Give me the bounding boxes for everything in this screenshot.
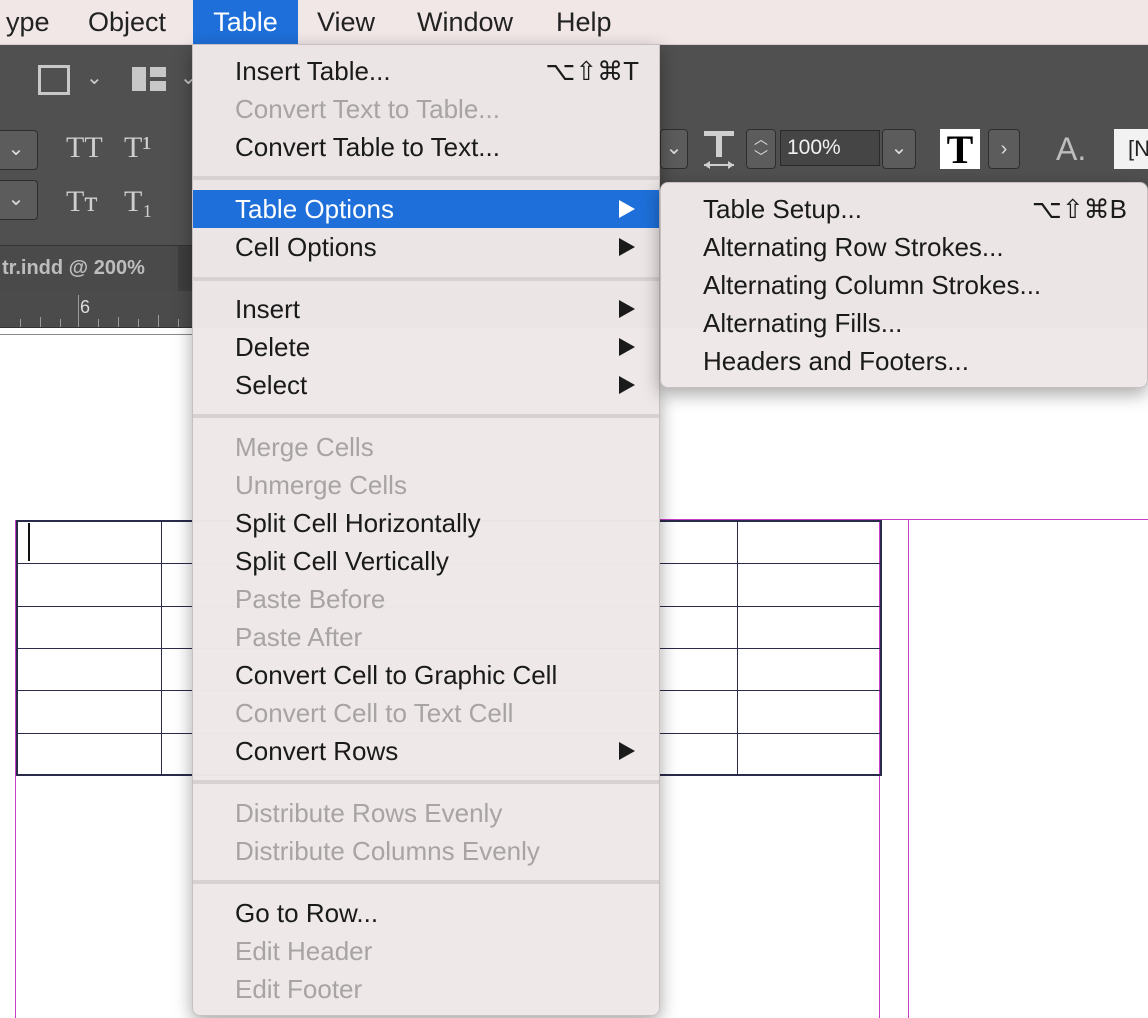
ruler-tick <box>78 295 79 327</box>
menu-type[interactable]: ype <box>0 0 64 44</box>
table-col-line <box>737 522 738 774</box>
zoom-stepper[interactable]: ︿ ﹀ <box>746 129 776 169</box>
menu-item-merge-cells: Merge Cells <box>235 432 374 462</box>
submenu-item-alternating-row-strokes[interactable]: Alternating Row Strokes... <box>661 228 1147 266</box>
ruler-tick <box>60 319 61 327</box>
menu-item-insert-table[interactable]: Insert Table... ⌥⇧⌘T <box>193 52 659 90</box>
menu-item-table-options[interactable]: Table Options <box>193 190 659 228</box>
small-caps-icon[interactable]: Tт <box>66 185 97 219</box>
menu-item-convert-text-to-table: Convert Text to Table... <box>235 94 500 124</box>
superscript-icon[interactable]: T¹ <box>124 131 151 165</box>
menu-window[interactable]: Window <box>403 0 527 44</box>
menu-item-unmerge-cells: Unmerge Cells <box>235 470 407 500</box>
submenu-arrow-icon <box>619 338 635 356</box>
ruler-tick <box>138 319 139 327</box>
menu-item-delete[interactable]: Delete <box>193 328 659 366</box>
menu-item-label: Insert <box>235 294 301 324</box>
menu-item-distribute-columns: Distribute Columns Evenly <box>235 836 540 866</box>
ruler-tick <box>98 319 99 327</box>
table-menu: Insert Table... ⌥⇧⌘T Convert Text to Tab… <box>192 44 660 1016</box>
menu-separator <box>193 780 659 784</box>
page-edge <box>0 334 192 335</box>
menu-item-split-cell-vertically[interactable]: Split Cell Vertically <box>193 542 659 580</box>
baseline-shift-icon[interactable]: A. <box>1056 131 1086 168</box>
menu-item-convert-cell-to-text: Convert Cell to Text Cell <box>235 698 514 728</box>
ruler-tick <box>158 315 159 327</box>
menu-item-distribute-rows: Distribute Rows Evenly <box>235 798 503 828</box>
font-style-dropdown[interactable]: ⌄ <box>0 130 38 170</box>
submenu-arrow-icon <box>619 238 635 256</box>
horizontal-scale-field[interactable]: 100% <box>780 130 880 166</box>
menu-object[interactable]: Object <box>74 0 180 44</box>
all-caps-icon[interactable]: TT <box>66 131 103 165</box>
submenu-arrow-icon <box>619 376 635 394</box>
menu-item-convert-rows[interactable]: Convert Rows <box>193 732 659 770</box>
menu-item-convert-table-to-text[interactable]: Convert Table to Text... <box>193 128 659 166</box>
menu-table[interactable]: Table <box>193 0 298 44</box>
ruler-tick <box>40 317 41 327</box>
menu-separator <box>193 277 659 281</box>
horizontal-scale-icon <box>702 129 736 171</box>
menu-item-label: Select <box>235 370 308 400</box>
chevron-right-icon[interactable]: › <box>988 129 1020 169</box>
layout-icon[interactable] <box>132 67 166 91</box>
menu-item-shortcut: ⌥⇧⌘T <box>545 56 639 86</box>
menu-item-paste-after: Paste After <box>235 622 363 652</box>
menu-item-label: Insert Table... <box>235 56 391 86</box>
submenu-arrow-icon <box>619 742 635 760</box>
menu-item-paste-before: Paste Before <box>235 584 386 614</box>
menu-item-shortcut: ⌥⇧⌘B <box>1031 194 1127 224</box>
ruler-tick <box>118 317 119 327</box>
menu-help[interactable]: Help <box>542 0 626 44</box>
submenu-item-headers-and-footers[interactable]: Headers and Footers... <box>661 342 1147 380</box>
menu-separator <box>193 880 659 884</box>
zoom-dropdown[interactable]: ⌄ <box>882 129 916 169</box>
ruler-tick <box>20 319 21 327</box>
menu-item-label: Table Options <box>235 194 394 224</box>
menu-item-label: Delete <box>235 332 311 362</box>
menu-item-cell-options[interactable]: Cell Options <box>193 228 659 266</box>
document-tab[interactable]: tr.indd @ 200% <box>0 246 178 292</box>
menu-item-split-cell-horizontally[interactable]: Split Cell Horizontally <box>193 504 659 542</box>
ruler-number: 6 <box>80 297 91 317</box>
menu-separator <box>193 176 659 180</box>
submenu-arrow-icon <box>619 300 635 318</box>
dropdown-chevron-icon[interactable]: ⌄ <box>660 129 688 169</box>
text-cursor <box>28 523 30 561</box>
menu-item-convert-cell-to-graphic[interactable]: Convert Cell to Graphic Cell <box>193 656 659 694</box>
menu-item-label: Cell Options <box>235 232 377 262</box>
table-col-line <box>161 522 162 774</box>
menu-item-insert[interactable]: Insert <box>193 290 659 328</box>
menu-item-edit-header: Edit Header <box>235 936 373 966</box>
margin-guide <box>908 520 909 1018</box>
frame-fit-icon[interactable] <box>38 65 70 95</box>
style-field[interactable]: [N <box>1114 129 1148 169</box>
submenu-item-alternating-column-strokes[interactable]: Alternating Column Strokes... <box>661 266 1147 304</box>
subscript-icon[interactable]: T₁ <box>124 185 153 219</box>
font-size-dropdown[interactable]: ⌄ <box>0 180 38 220</box>
menubar: ype Object Table View Window Help <box>0 0 1148 45</box>
menu-separator <box>193 414 659 418</box>
menu-item-label: Convert Rows <box>235 736 399 766</box>
chevron-down-icon[interactable]: ⌄ <box>86 65 104 95</box>
submenu-item-alternating-fills[interactable]: Alternating Fills... <box>661 304 1147 342</box>
submenu-arrow-icon <box>619 200 635 218</box>
table-options-submenu: Table Setup... ⌥⇧⌘B Alternating Row Stro… <box>660 182 1148 388</box>
menu-item-edit-footer: Edit Footer <box>235 974 363 1004</box>
menu-item-label: Table Setup... <box>703 194 862 224</box>
menu-item-select[interactable]: Select <box>193 366 659 404</box>
menu-item-go-to-row[interactable]: Go to Row... <box>193 894 659 932</box>
ruler-tick <box>178 319 179 327</box>
menu-view[interactable]: View <box>303 0 389 44</box>
submenu-item-table-setup[interactable]: Table Setup... ⌥⇧⌘B <box>661 190 1147 228</box>
character-style-icon[interactable]: T <box>940 129 980 171</box>
